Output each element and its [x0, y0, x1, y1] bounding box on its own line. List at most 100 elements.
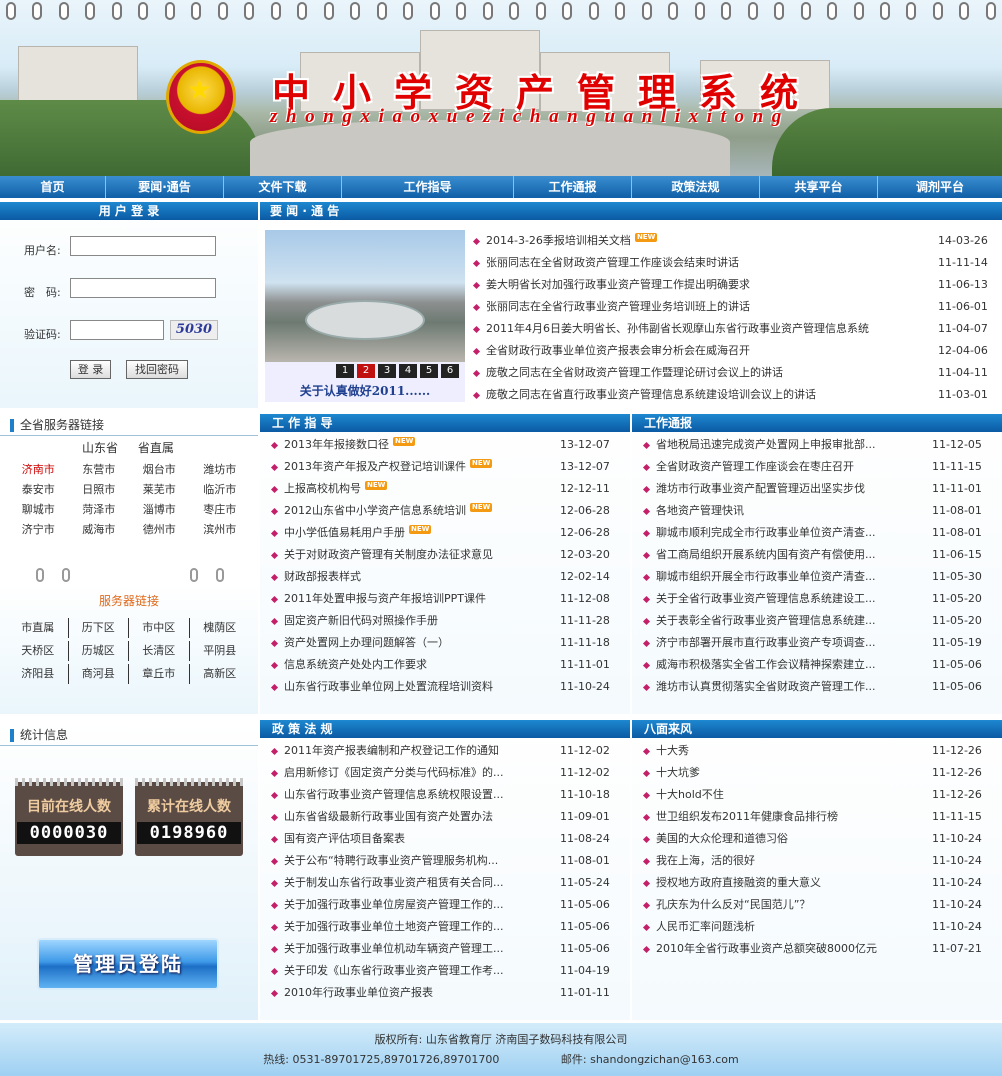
list-item[interactable]: 2011年资产报表编制和产权登记工作的通知 11-12-02	[260, 740, 630, 762]
admin-login-button[interactable]: 管理员登陆	[37, 938, 219, 990]
list-item[interactable]: 启用新修订《固定资产分类与代码标准》的... 11-12-02	[260, 762, 630, 784]
list-item-title[interactable]: 2011年处置申报与资产年报培训PPT课件	[284, 588, 486, 610]
list-item-title[interactable]: 关于公布“特聘行政事业资产管理服务机构...	[284, 850, 498, 872]
list-item[interactable]: 关于对财政资产管理有关制度办法征求意见 12-03-20	[260, 544, 630, 566]
list-item-title[interactable]: 资产处置网上办理问题解答（一）	[284, 632, 449, 654]
list-item-title[interactable]: 全省财政资产管理工作座谈会在枣庄召开	[656, 456, 854, 478]
direct-link[interactable]: 省直属	[138, 441, 174, 455]
city-link[interactable]: 日照市	[69, 480, 130, 500]
list-item[interactable]: 聊城市组织开展全市行政事业单位资产清查... 11-05-30	[632, 566, 1002, 588]
list-item[interactable]: 世卫组织发布2011年健康食品排行榜 11-11-15	[632, 806, 1002, 828]
list-item[interactable]: 孔庆东为什么反对“民国范儿”？ 11-10-24	[632, 894, 1002, 916]
nav-report[interactable]: 工作通报	[514, 176, 632, 198]
city-link[interactable]: 聊城市	[8, 500, 69, 520]
city-link[interactable]: 烟台市	[129, 460, 190, 480]
list-item-title[interactable]: 启用新修订《固定资产分类与代码标准》的...	[284, 762, 504, 784]
city-link[interactable]: 济宁市	[8, 520, 69, 540]
list-item-title[interactable]: 全省财政行政事业单位资产报表会审分析会在威海召开	[486, 340, 750, 362]
photo-page-button[interactable]: 5	[420, 364, 438, 378]
server-link[interactable]: 章丘市	[129, 664, 190, 684]
list-item[interactable]: 济宁市部署开展市直行政事业资产专项调查... 11-05-19	[632, 632, 1002, 654]
city-link[interactable]: 菏泽市	[69, 500, 130, 520]
list-item[interactable]: 2014-3-26季报培训相关文档 NEW 14-03-26	[462, 230, 992, 252]
list-item[interactable]: 美国的大众伦理和道德习俗 11-10-24	[632, 828, 1002, 850]
list-item-title[interactable]: 潍坊市行政事业资产配置管理迈出坚实步伐	[656, 478, 865, 500]
nav-share[interactable]: 共享平台	[760, 176, 878, 198]
list-item[interactable]: 十大秀 11-12-26	[632, 740, 1002, 762]
captcha-input[interactable]	[70, 320, 164, 340]
city-link[interactable]: 临沂市	[190, 480, 251, 500]
list-item[interactable]: 姜大明省长对加强行政事业资产管理工作提出明确要求 11-06-13	[462, 274, 992, 296]
list-item[interactable]: 潍坊市认真贯彻落实全省财政资产管理工作... 11-05-06	[632, 676, 1002, 698]
list-item-title[interactable]: 关于加强行政事业单位机动车辆资产管理工...	[284, 938, 504, 960]
list-item[interactable]: 聊城市顺利完成全市行政事业单位资产清查... 11-08-01	[632, 522, 1002, 544]
list-item[interactable]: 2012山东省中小学资产信息系统培训 NEW 12-06-28	[260, 500, 630, 522]
list-item[interactable]: 财政部报表样式 12-02-14	[260, 566, 630, 588]
list-item-title[interactable]: 2012山东省中小学资产信息系统培训	[284, 500, 466, 522]
server-link[interactable]: 历下区	[69, 618, 129, 638]
login-button[interactable]: 登 录	[70, 360, 111, 379]
city-link[interactable]: 滨州市	[190, 520, 251, 540]
list-item-title[interactable]: 山东省行政事业资产管理信息系统权限设置...	[284, 784, 504, 806]
list-item[interactable]: 张丽同志在全省行政事业资产管理业务培训班上的讲话 11-06-01	[462, 296, 992, 318]
list-item-title[interactable]: 潍坊市认真贯彻落实全省财政资产管理工作...	[656, 676, 876, 698]
list-item-title[interactable]: 关于表彰全省行政事业资产管理信息系统建...	[656, 610, 876, 632]
nav-allocation[interactable]: 调剂平台	[878, 176, 1002, 198]
list-item-title[interactable]: 十大坑爹	[656, 762, 700, 784]
server-link[interactable]: 槐荫区	[190, 618, 251, 638]
list-item-title[interactable]: 世卫组织发布2011年健康食品排行榜	[656, 806, 838, 828]
city-link[interactable]: 枣庄市	[190, 500, 251, 520]
nav-downloads[interactable]: 文件下载	[224, 176, 342, 198]
list-item-title[interactable]: 省地税局迅速完成资产处置网上申报审批部...	[656, 434, 876, 456]
list-item[interactable]: 各地资产管理快讯 11-08-01	[632, 500, 1002, 522]
recover-password-button[interactable]: 找回密码	[126, 360, 188, 379]
photo-page-button[interactable]: 1	[336, 364, 354, 378]
list-item-title[interactable]: 聊城市顺利完成全市行政事业单位资产清查...	[656, 522, 876, 544]
list-item-title[interactable]: 2011年资产报表编制和产权登记工作的通知	[284, 740, 499, 762]
list-item[interactable]: 关于公布“特聘行政事业资产管理服务机构... 11-08-01	[260, 850, 630, 872]
list-item-title[interactable]: 关于印发《山东省行政事业资产管理工作考...	[284, 960, 504, 982]
list-item[interactable]: 关于全省行政事业资产管理信息系统建设工... 11-05-20	[632, 588, 1002, 610]
list-item-title[interactable]: 张丽同志在全省行政事业资产管理业务培训班上的讲话	[486, 296, 750, 318]
photo-caption[interactable]: 关于认真做好2011......	[265, 380, 465, 402]
list-item[interactable]: 张丽同志在全省财政资产管理工作座谈会结束时讲话 11-11-14	[462, 252, 992, 274]
list-item-title[interactable]: 2013年年报接数口径	[284, 434, 389, 456]
list-item[interactable]: 2013年资产年报及产权登记培训课件 NEW 13-12-07	[260, 456, 630, 478]
list-item[interactable]: 中小学低值易耗用户手册 NEW 12-06-28	[260, 522, 630, 544]
list-item[interactable]: 全省财政行政事业单位资产报表会审分析会在威海召开 12-04-06	[462, 340, 992, 362]
list-item-title[interactable]: 授权地方政府直接融资的重大意义	[656, 872, 821, 894]
nav-home[interactable]: 首页	[0, 176, 106, 198]
list-item[interactable]: 关于加强行政事业单位机动车辆资产管理工... 11-05-06	[260, 938, 630, 960]
list-item[interactable]: 十大hold不住 11-12-26	[632, 784, 1002, 806]
list-item[interactable]: 授权地方政府直接融资的重大意义 11-10-24	[632, 872, 1002, 894]
list-item-title[interactable]: 关于制发山东省行政事业资产租赁有关合同...	[284, 872, 504, 894]
nav-policy[interactable]: 政策法规	[632, 176, 760, 198]
list-item-title[interactable]: 2010年行政事业单位资产报表	[284, 982, 433, 1004]
list-item[interactable]: 2013年年报接数口径 NEW 13-12-07	[260, 434, 630, 456]
list-item[interactable]: 关于加强行政事业单位房屋资产管理工作的... 11-05-06	[260, 894, 630, 916]
city-link[interactable]: 淄博市	[129, 500, 190, 520]
list-item[interactable]: 关于印发《山东省行政事业资产管理工作考... 11-04-19	[260, 960, 630, 982]
news-photo[interactable]	[265, 230, 465, 362]
list-item-title[interactable]: 人民币汇率问题浅析	[656, 916, 755, 938]
list-item-title[interactable]: 2013年资产年报及产权登记培训课件	[284, 456, 466, 478]
list-item[interactable]: 资产处置网上办理问题解答（一） 11-11-18	[260, 632, 630, 654]
list-item[interactable]: 我在上海，活的很好 11-10-24	[632, 850, 1002, 872]
list-item[interactable]: 2011年4月6日姜大明省长、孙伟副省长观摩山东省行政事业资产管理信息系统 11-…	[462, 318, 992, 340]
list-item-title[interactable]: 2010年全省行政事业资产总额突破8000亿元	[656, 938, 877, 960]
list-item[interactable]: 庞敬之同志在全省财政资产管理工作暨理论研讨会议上的讲话 11-04-11	[462, 362, 992, 384]
city-link[interactable]: 德州市	[129, 520, 190, 540]
photo-page-button[interactable]: 4	[399, 364, 417, 378]
photo-page-button[interactable]: 6	[441, 364, 459, 378]
city-link[interactable]: 济南市	[8, 460, 69, 480]
list-item-title[interactable]: 固定资产新旧代码对照操作手册	[284, 610, 438, 632]
list-item-title[interactable]: 2014-3-26季报培训相关文档	[486, 230, 631, 252]
list-item[interactable]: 信息系统资产处处内工作要求 11-11-01	[260, 654, 630, 676]
list-item-title[interactable]: 关于对财政资产管理有关制度办法征求意见	[284, 544, 493, 566]
list-item[interactable]: 关于制发山东省行政事业资产租赁有关合同... 11-05-24	[260, 872, 630, 894]
list-item-title[interactable]: 聊城市组织开展全市行政事业单位资产清查...	[656, 566, 876, 588]
list-item[interactable]: 山东省行政事业单位网上处置流程培训资料 11-10-24	[260, 676, 630, 698]
list-item[interactable]: 全省财政资产管理工作座谈会在枣庄召开 11-11-15	[632, 456, 1002, 478]
list-item-title[interactable]: 关于全省行政事业资产管理信息系统建设工...	[656, 588, 876, 610]
list-item-title[interactable]: 孔庆东为什么反对“民国范儿”？	[656, 894, 810, 916]
